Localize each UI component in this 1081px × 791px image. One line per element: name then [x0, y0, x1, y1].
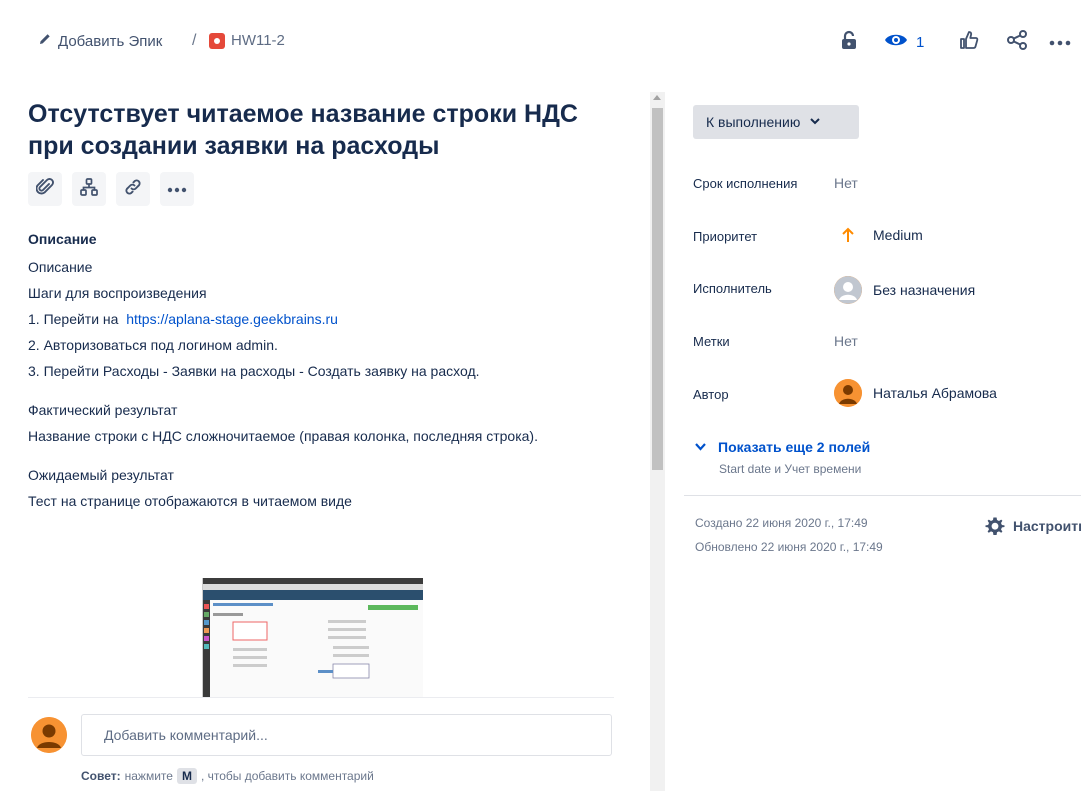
description-heading: Описание: [28, 231, 97, 247]
priority-label: Приоритет: [693, 229, 758, 244]
issue-key: HW11-2: [231, 32, 285, 49]
due-date-value[interactable]: Нет: [834, 175, 858, 191]
scroll-up-arrow-icon[interactable]: [653, 95, 661, 100]
add-child-issue-button[interactable]: [72, 172, 106, 206]
reporter-text: Наталья Абрамова: [873, 385, 997, 401]
divider: [684, 495, 1081, 496]
description-line: Фактический результат: [28, 402, 178, 418]
tip-text: нажмите: [124, 769, 173, 783]
add-epic-link[interactable]: Добавить Эпик: [38, 32, 162, 50]
ellipsis-icon: [1049, 33, 1071, 51]
description-line: 3. Перейти Расходы - Заявки на расходы -…: [28, 363, 480, 379]
tip-text: , чтобы добавить комментарий: [200, 769, 374, 783]
comment-tip: Совет: нажмите M , чтобы добавить коммен…: [81, 768, 374, 784]
more-actions-button[interactable]: [1048, 29, 1072, 55]
description-line: Название строки с НДС сложночитаемое (пр…: [28, 428, 538, 444]
share-icon: [1006, 29, 1028, 55]
description-line: Ожидаемый результат: [28, 467, 174, 483]
due-date-label: Срок исполнения: [693, 176, 798, 191]
thumbs-up-icon: [959, 30, 979, 55]
breadcrumb-separator: /: [192, 32, 197, 49]
updated-date: Обновлено 22 июня 2020 г., 17:49: [695, 540, 883, 554]
stage-link[interactable]: https://aplana-stage.geekbrains.ru: [126, 311, 338, 327]
description-line: 1. Перейти на https://aplana-stage.geekb…: [28, 311, 338, 327]
scrollbar-thumb[interactable]: [652, 108, 663, 470]
link-issue-button[interactable]: [116, 172, 150, 206]
link-icon: [123, 177, 143, 202]
unlock-icon: [841, 30, 857, 55]
description-line: 2. Авторизоваться под логином admin.: [28, 337, 278, 353]
priority-value[interactable]: Medium: [841, 227, 923, 243]
hierarchy-icon: [80, 177, 98, 201]
reporter-avatar: [834, 379, 862, 407]
comment-input[interactable]: Добавить комментарий...: [81, 714, 612, 756]
pencil-icon: [38, 32, 52, 50]
priority-text: Medium: [873, 227, 923, 243]
labels-label: Метки: [693, 334, 730, 349]
reporter-value[interactable]: Наталья Абрамова: [834, 379, 997, 407]
bug-icon: [209, 32, 225, 49]
chevron-down-icon: [695, 443, 706, 451]
assignee-label: Исполнитель: [693, 281, 772, 296]
unassigned-avatar-icon: [834, 276, 862, 304]
watch-count: 1: [916, 33, 925, 51]
ellipsis-icon: [167, 180, 187, 198]
status-label: К выполнению: [706, 114, 801, 130]
labels-value[interactable]: Нет: [834, 333, 858, 349]
chevron-down-icon: [810, 116, 821, 128]
status-dropdown[interactable]: К выполнению: [693, 105, 859, 139]
configure-label: Настроить: [1013, 518, 1081, 534]
show-more-sublabel: Start date и Учет времени: [719, 462, 862, 476]
arrow-up-icon: [841, 227, 855, 243]
assignee-value[interactable]: Без назначения: [834, 276, 975, 304]
gear-icon: [985, 516, 1005, 536]
show-more-label: Показать еще 2 полей: [718, 439, 871, 455]
shortcut-key: M: [176, 768, 197, 784]
add-epic-label: Добавить Эпик: [58, 32, 163, 50]
configure-button[interactable]: Настроить: [985, 516, 1081, 536]
assignee-text: Без назначения: [873, 282, 976, 298]
step-text: 1. Перейти на: [28, 311, 123, 327]
like-button[interactable]: [957, 29, 981, 55]
issue-title[interactable]: Отсутствует читаемое название строки НДС…: [28, 98, 628, 162]
more-toolbar-button[interactable]: [160, 172, 194, 206]
attachment-image[interactable]: [202, 578, 423, 698]
show-more-fields-button[interactable]: Показать еще 2 полей: [695, 439, 870, 455]
created-date: Создано 22 июня 2020 г., 17:49: [695, 516, 868, 530]
lock-button[interactable]: [838, 29, 860, 55]
description-line: Тест на странице отображаются в читаемом…: [28, 493, 352, 509]
description-line: Описание: [28, 259, 93, 275]
user-avatar: [31, 717, 67, 753]
watch-button[interactable]: 1: [884, 29, 930, 55]
paperclip-icon: [35, 177, 54, 202]
reporter-label: Автор: [693, 387, 729, 402]
issue-key-link[interactable]: HW11-2: [209, 32, 285, 49]
attach-button[interactable]: [28, 172, 62, 206]
divider: [28, 697, 614, 698]
share-button[interactable]: [1005, 29, 1029, 55]
eye-icon: [884, 32, 908, 53]
tip-label: Совет:: [81, 769, 121, 783]
description-line: Шаги для воспроизведения: [28, 285, 207, 301]
